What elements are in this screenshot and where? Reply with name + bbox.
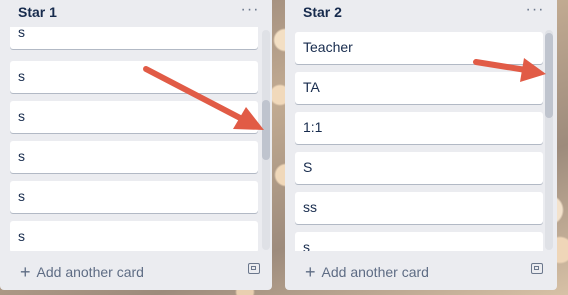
scrollbar-thumb[interactable] [545,33,553,118]
scrollbar-track[interactable] [545,30,553,250]
card[interactable]: S [295,152,543,184]
list-title[interactable]: Star 2 [303,4,342,20]
scrollbar-track[interactable] [262,30,270,250]
card-container: Teacher TA 1:1 S ss s [295,27,545,251]
list-star-1: Star 1 ··· s s s s s s + Add another card [0,0,272,290]
add-card-label: Add another card [36,264,144,280]
card-template-icon[interactable] [248,263,260,274]
card[interactable]: s [10,221,258,251]
scrollbar-thumb[interactable] [262,100,270,160]
card[interactable]: s [295,232,543,251]
ellipsis-icon[interactable]: ··· [523,1,547,21]
card[interactable]: s [10,27,258,49]
list-header: Star 2 ··· [285,0,557,26]
card[interactable]: s [10,181,258,213]
card[interactable]: s [10,141,258,173]
list-header: Star 1 ··· [0,0,272,26]
card-container: s s s s s s [10,27,260,251]
add-card-button[interactable]: + Add another card [20,261,144,282]
add-card-button[interactable]: + Add another card [305,261,429,282]
plus-icon: + [305,262,316,282]
card-template-icon[interactable] [531,263,543,274]
plus-icon: + [20,262,31,282]
add-card-label: Add another card [321,264,429,280]
card[interactable]: Teacher [295,32,543,64]
card[interactable]: s [10,61,258,93]
card[interactable]: TA [295,72,543,104]
list-star-2: Star 2 ··· Teacher TA 1:1 S ss s + Add an… [285,0,557,290]
list-title[interactable]: Star 1 [18,4,57,20]
card[interactable]: ss [295,192,543,224]
card[interactable]: s [10,101,258,133]
ellipsis-icon[interactable]: ··· [238,1,262,21]
card[interactable]: 1:1 [295,112,543,144]
